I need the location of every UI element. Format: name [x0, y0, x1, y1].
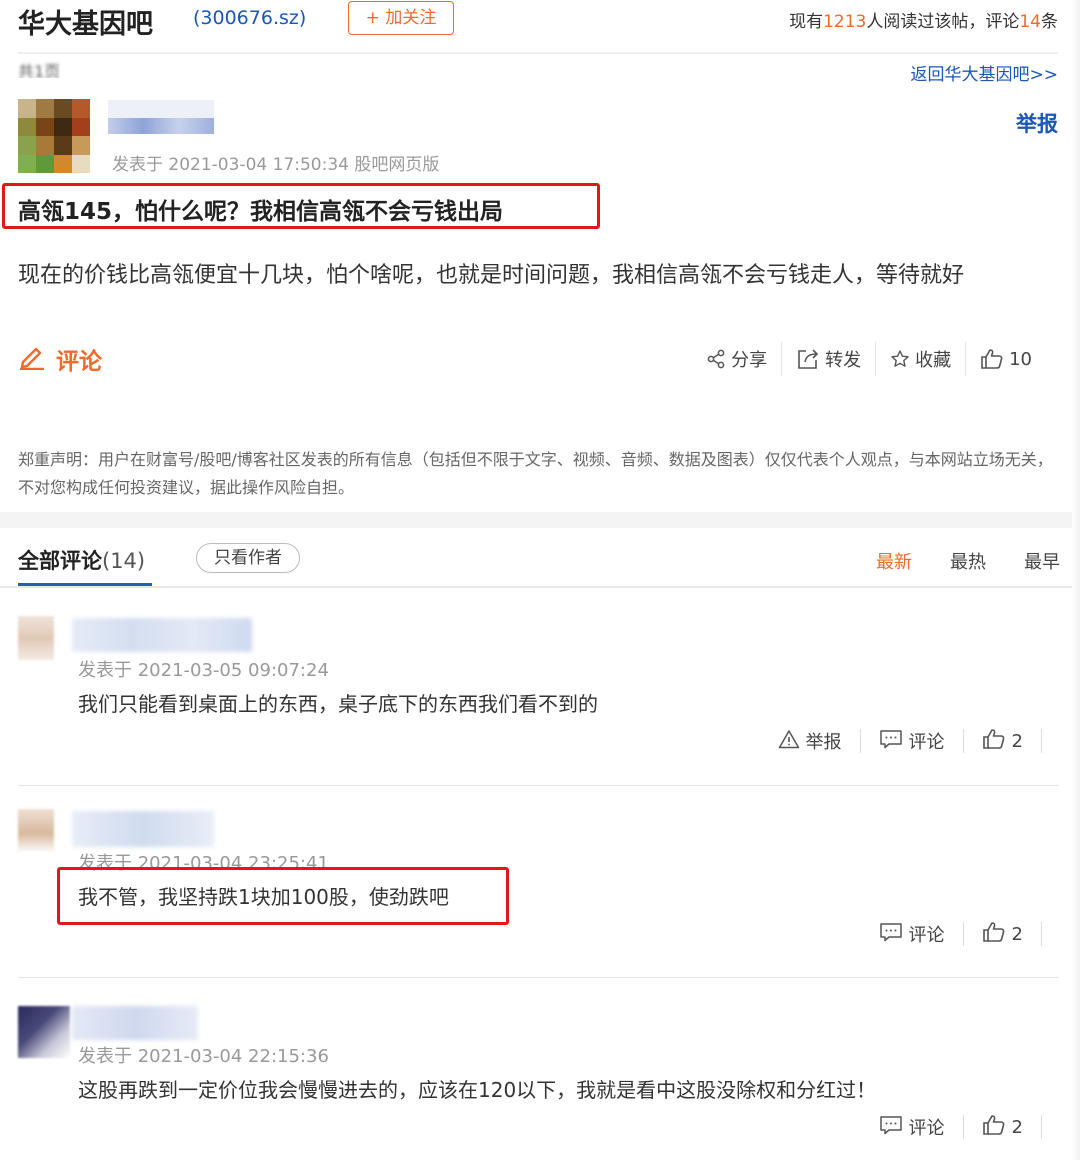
- share-button[interactable]: 分享: [692, 342, 781, 376]
- favorite-label: 收藏: [915, 350, 952, 371]
- forward-label: 转发: [825, 350, 862, 371]
- sort-newest[interactable]: 最新: [876, 548, 912, 574]
- page-edge-shadow: [1072, 0, 1080, 1160]
- comment-actions: 评论 2: [861, 919, 1042, 949]
- commenter-avatar[interactable]: [18, 1006, 70, 1058]
- comment-actions: 举报 评论 2: [760, 726, 1042, 756]
- thumbs-up-icon: [982, 728, 1006, 755]
- bar-title[interactable]: 华大基因吧: [18, 2, 153, 41]
- read-stats: 现有1213人阅读过该帖，评论14条: [789, 7, 1058, 32]
- comment-item: 发表于 2021-03-04 22:15:36 这股再跌到一定价位我会慢慢进去的…: [0, 986, 1080, 1160]
- author-only-button[interactable]: 只看作者: [196, 543, 300, 573]
- tab-all-count: (14): [102, 549, 146, 573]
- comment-like-count: 2: [1011, 730, 1023, 752]
- thumbs-up-icon: [982, 1114, 1006, 1141]
- thumbs-up-icon: [982, 921, 1006, 948]
- thumbs-up-icon: [980, 348, 1004, 370]
- comment-reply-label: 评论: [908, 732, 945, 753]
- comment-divider: [18, 977, 1058, 978]
- post-header: 华大基因吧 (300676.sz) + 加关注 现有1213人阅读过该帖，评论1…: [0, 0, 1080, 46]
- page-count: 共1页: [18, 62, 61, 78]
- comment-count: 14: [1019, 12, 1041, 32]
- comment-text: 我们只能看到桌面上的东西，桌子底下的东西我们看不到的: [78, 692, 598, 716]
- comment-reply-button[interactable]: 评论: [861, 726, 963, 756]
- comment-reply-button[interactable]: 评论: [861, 919, 963, 949]
- star-icon: [890, 349, 910, 369]
- comment-like-button[interactable]: 2: [964, 726, 1041, 756]
- read-stats-suffix: 条: [1041, 12, 1058, 32]
- comments-tabs: 全部评论(14) 只看作者 最新 最热 最早: [0, 528, 1080, 588]
- comment-meta: 发表于 2021-03-04 23:25:41: [78, 853, 329, 874]
- comment-text: 这股再跌到一定价位我会慢慢进去的，应该在120以下，我就是看中这股没除权和分红过…: [78, 1078, 877, 1102]
- tab-all-label: 全部评论: [18, 549, 102, 573]
- section-separator: [0, 512, 1080, 528]
- commenter-name[interactable]: [72, 811, 214, 847]
- post-actions: 分享 转发 收藏 10: [692, 342, 1046, 376]
- comment-report-button[interactable]: 举报: [760, 726, 860, 756]
- comment-reply-label: 评论: [908, 925, 945, 946]
- author-avatar[interactable]: [18, 99, 90, 173]
- commenter-name[interactable]: [72, 1006, 198, 1040]
- comment-bubble-icon: [879, 922, 903, 947]
- commenter-avatar[interactable]: [18, 616, 54, 660]
- favorite-button[interactable]: 收藏: [876, 342, 965, 376]
- warning-icon: [778, 729, 800, 754]
- stock-code[interactable]: (300676.sz): [193, 7, 306, 29]
- sort-earliest[interactable]: 最早: [1024, 548, 1060, 574]
- comment-bubble-icon: [879, 1115, 903, 1140]
- tab-all-comments[interactable]: 全部评论(14): [18, 545, 145, 575]
- follow-button[interactable]: + 加关注: [348, 1, 454, 35]
- comment-like-button[interactable]: 2: [964, 919, 1041, 949]
- comment-like-count: 2: [1011, 1116, 1023, 1138]
- comment-item: 发表于 2021-03-05 09:07:24 我们只能看到桌面上的东西，桌子底…: [0, 600, 1080, 786]
- comment-meta: 发表于 2021-03-05 09:07:24: [78, 660, 329, 681]
- post-body: 现在的价钱比高瓴便宜十几块，怕个啥呢，也就是时间问题，我相信高瓴不会亏钱走人，等…: [18, 263, 965, 288]
- comment-text: 我不管，我坚持跌1块加100股，使劲跌吧: [78, 885, 449, 909]
- comment-reply-label: 评论: [908, 1118, 945, 1139]
- author-name[interactable]: [108, 100, 214, 136]
- share-icon: [706, 349, 726, 369]
- post-like-button[interactable]: 10: [966, 342, 1046, 376]
- forward-button[interactable]: 转发: [782, 342, 875, 376]
- comment-like-count: 2: [1011, 923, 1023, 945]
- comment-reply-button[interactable]: 评论: [861, 1112, 963, 1142]
- commenter-name[interactable]: [72, 618, 252, 652]
- back-to-bar-link[interactable]: 返回华大基因吧>>: [911, 60, 1059, 85]
- comment-divider: [18, 785, 1058, 786]
- read-count: 1213: [823, 12, 867, 32]
- comment-meta: 发表于 2021-03-04 22:15:36: [78, 1046, 329, 1067]
- post-meta: 发表于 2021-03-04 17:50:34 股吧网页版: [112, 155, 440, 175]
- comment-item: 发表于 2021-03-04 23:25:41 我不管，我坚持跌1块加100股，…: [0, 793, 1080, 979]
- post-comment-label: 评论: [56, 349, 102, 375]
- comment-actions: 评论 2: [861, 1112, 1042, 1142]
- report-post-link[interactable]: 举报: [1016, 108, 1058, 138]
- pencil-icon: [18, 342, 46, 376]
- post-comment-button[interactable]: 评论: [18, 342, 102, 376]
- comment-report-label: 举报: [805, 732, 842, 753]
- share-label: 分享: [731, 350, 768, 371]
- sort-hottest[interactable]: 最热: [950, 548, 986, 574]
- header-divider: [18, 52, 1058, 54]
- read-stats-prefix: 现有: [789, 12, 824, 32]
- post-title: 高瓴145，怕什么呢？我相信高瓴不会亏钱出局: [18, 199, 504, 225]
- read-stats-mid: 人阅读过该帖，评论: [866, 12, 1020, 32]
- tabs-divider: [0, 586, 1080, 588]
- disclaimer: 郑重声明：用户在财富号/股吧/博客社区发表的所有信息（包括但不限于文字、视频、音…: [18, 450, 1053, 497]
- post-like-count: 10: [1009, 348, 1032, 370]
- commenter-avatar[interactable]: [18, 809, 54, 853]
- comment-like-button[interactable]: 2: [964, 1112, 1041, 1142]
- forward-icon: [796, 348, 820, 370]
- comment-bubble-icon: [879, 729, 903, 754]
